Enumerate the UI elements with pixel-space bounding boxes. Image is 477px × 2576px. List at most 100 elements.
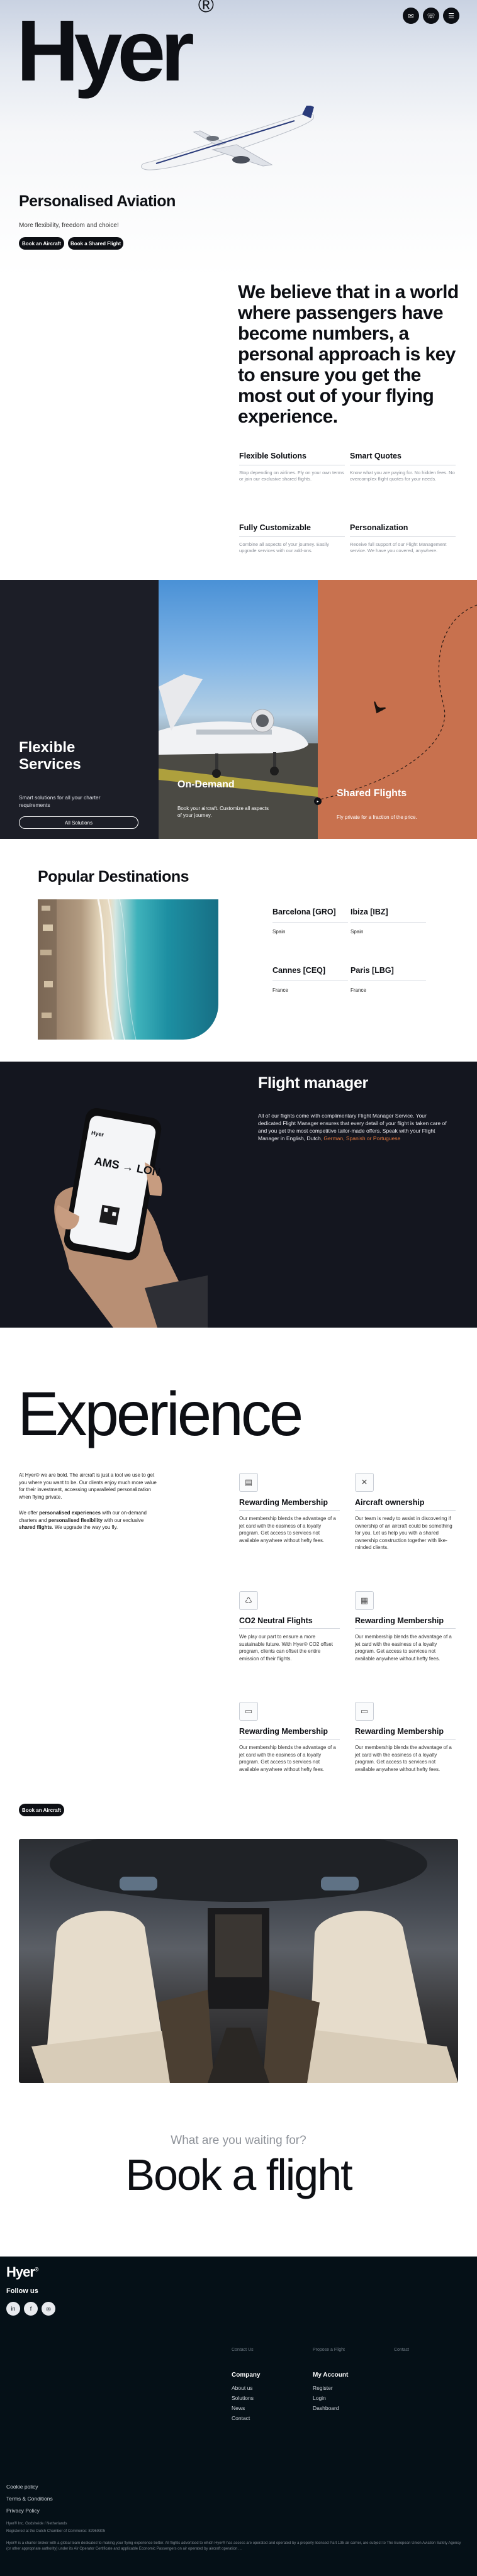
- email-icon: ✉: [408, 12, 414, 20]
- title-line: Flexible: [19, 739, 76, 756]
- card-desc: Our team is ready to assist in discoveri…: [355, 1516, 452, 1550]
- footer-link-register[interactable]: Register: [313, 2385, 333, 2391]
- card-co2-neutral: ♺ CO2 Neutral Flights We play our part t…: [239, 1591, 340, 1662]
- footer-logo-text: Hyer: [6, 2264, 35, 2280]
- card-desc: Our membership blends the advantage of a…: [355, 1745, 452, 1772]
- footer-registered-info: Registered at the Dutch Chamber of Comme…: [6, 2529, 106, 2533]
- facebook-icon[interactable]: f: [24, 2302, 38, 2316]
- card-desc: We play our part to ensure a more sustai…: [239, 1634, 333, 1662]
- flexible-services-title: Flexible Services: [19, 739, 81, 773]
- card-title: CO2 Neutral Flights: [239, 1616, 340, 1629]
- text-part: . We upgrade the way you fly.: [52, 1524, 118, 1530]
- card-title: Rewarding Membership: [239, 1498, 340, 1511]
- footer-link-dashboard[interactable]: Dashboard: [313, 2405, 339, 2411]
- card-aircraft-ownership: ✕ Aircraft ownership Our team is ready t…: [355, 1473, 456, 1552]
- destination-name: Barcelona [GRO]: [272, 908, 348, 923]
- book-shared-flight-button[interactable]: Book a Shared Flight: [68, 237, 123, 250]
- beach-pattern: [38, 899, 137, 1040]
- footer-contact[interactable]: Contact: [394, 2348, 409, 2352]
- feature-personalization: Personalization Receive full support of …: [350, 523, 456, 554]
- footer-privacy-policy[interactable]: Privacy Policy: [6, 2507, 40, 2514]
- card-rewarding-membership-3: ▭ Rewarding Membership Our membership bl…: [239, 1702, 340, 1773]
- experience-offer: We offer personalised experiences with o…: [19, 1509, 160, 1531]
- phone-icon: ☏: [427, 12, 435, 20]
- footer-propose-flight[interactable]: Propose a Flight: [313, 2348, 345, 2352]
- registered-mark: ®: [34, 2266, 39, 2273]
- feature-flexible-solutions: Flexible Solutions Stop depending on air…: [239, 452, 345, 482]
- flight-manager-text: All of our flights come with complimenta…: [258, 1112, 447, 1142]
- destination-country: Spain: [272, 929, 286, 935]
- menu-icon-button[interactable]: ☰: [443, 8, 459, 24]
- shared-flights-title: Shared Flights: [337, 788, 407, 799]
- logo-text: Hyer: [16, 3, 194, 99]
- feature-title: Smart Quotes: [350, 452, 456, 465]
- linkedin-icon[interactable]: in: [6, 2302, 20, 2316]
- cta-pre: What are you waiting for?: [171, 2134, 306, 2147]
- flexible-services-desc: Smart solutions for all your charter req…: [19, 794, 101, 808]
- card-icon: ▭: [239, 1702, 258, 1721]
- slider-next-dot[interactable]: ▸: [314, 797, 322, 805]
- card-rewarding-membership-2: ▦ Rewarding Membership Our membership bl…: [355, 1591, 456, 1662]
- destination-country: Spain: [351, 929, 364, 935]
- airplane-image: [141, 106, 314, 170]
- footer-contact-us[interactable]: Contact Us: [232, 2348, 254, 2352]
- destination-barcelona[interactable]: Barcelona [GRO] Spain: [272, 908, 348, 935]
- card-rewarding-membership-4: ▭ Rewarding Membership Our membership bl…: [355, 1702, 456, 1773]
- leaf-icon: ♺: [239, 1591, 258, 1610]
- footer-link-news[interactable]: News: [232, 2405, 245, 2411]
- destination-name: Paris [LBG]: [351, 966, 426, 981]
- footer-link-login[interactable]: Login: [313, 2395, 326, 2401]
- footer-link-contact[interactable]: Contact: [232, 2415, 250, 2421]
- card-desc: Our membership blends the advantage of a…: [239, 1516, 336, 1543]
- on-demand-desc: Book your aircraft. Customize all aspect…: [177, 806, 269, 818]
- experience-title: Experience: [18, 1379, 303, 1448]
- instagram-icon[interactable]: ◎: [42, 2302, 55, 2316]
- footer-fine-print: Hyer® is a charter broker with a global …: [6, 2541, 461, 2551]
- destination-cannes[interactable]: Cannes [CEQ] France: [272, 966, 348, 993]
- footer-link-solutions[interactable]: Solutions: [232, 2395, 254, 2401]
- shared-flights-panel[interactable]: Shared Flights Fly private for a fractio…: [318, 580, 477, 839]
- registered-mark: ®: [198, 0, 214, 17]
- footer-logo[interactable]: Hyer®: [6, 2264, 39, 2280]
- destination-name: Ibiza [IBZ]: [351, 908, 426, 923]
- all-solutions-button[interactable]: All Solutions: [19, 816, 138, 829]
- text-part: We offer: [19, 1510, 40, 1516]
- experience-intro: At Hyer® we are bold. The aircraft is ju…: [19, 1472, 157, 1500]
- beach-aerial-image: [38, 899, 218, 1040]
- arrow-icon: →: [121, 1159, 135, 1174]
- flight-manager-title: Flight manager: [258, 1074, 368, 1092]
- destination-country: France: [272, 987, 288, 993]
- feature-desc: Combine all aspects of your journey. Eas…: [239, 541, 329, 553]
- jet-cabin-image: [19, 1839, 458, 2083]
- footer-link-about[interactable]: About us: [232, 2385, 253, 2391]
- feature-fully-customizable: Fully Customizable Combine all aspects o…: [239, 523, 345, 554]
- feature-title: Fully Customizable: [239, 523, 345, 537]
- email-icon-button[interactable]: ✉: [403, 8, 419, 24]
- card-desc: Our membership blends the advantage of a…: [239, 1745, 336, 1772]
- on-demand-panel[interactable]: On-Demand Book your aircraft. Customize …: [159, 580, 318, 839]
- cabin-seats: [31, 1839, 458, 2083]
- footer-copyright: Hyer® Inc. Godsheide / Netherlands: [6, 2522, 67, 2526]
- footer-terms[interactable]: Terms & Conditions: [6, 2496, 53, 2502]
- book-aircraft-button-2[interactable]: Book an Aircraft: [19, 1804, 64, 1816]
- card-title: Rewarding Membership: [239, 1727, 340, 1740]
- book-a-flight-cta[interactable]: Book a flight: [0, 2150, 477, 2200]
- card-title: Rewarding Membership: [355, 1727, 456, 1740]
- card-title: Rewarding Membership: [355, 1616, 456, 1629]
- brand-logo[interactable]: Hyer ®: [16, 0, 214, 94]
- follow-us-label: Follow us: [6, 2287, 38, 2295]
- belief-headline: We believe that in a world where passeng…: [238, 282, 459, 427]
- flight-manager-section: Hyer AMS → LON: [0, 1062, 477, 1328]
- feature-title: Personalization: [350, 523, 456, 537]
- destination-ibiza[interactable]: Ibiza [IBZ] Spain: [351, 908, 426, 935]
- shared-flights-desc: Fly private for a fraction of the price.: [337, 814, 417, 820]
- card-title: Aircraft ownership: [355, 1498, 456, 1511]
- footer-cookie-policy[interactable]: Cookie policy: [6, 2484, 38, 2490]
- text-bold: personalised flexibility: [48, 1517, 103, 1523]
- phone-icon-button[interactable]: ☏: [423, 8, 439, 24]
- feature-desc: Stop depending on airlines. Fly on your …: [239, 470, 344, 482]
- book-aircraft-button[interactable]: Book an Aircraft: [19, 237, 64, 250]
- footer-account-heading: My Account: [313, 2372, 349, 2379]
- destination-paris[interactable]: Paris [LBG] France: [351, 966, 426, 993]
- flexible-services-panel: Flexible Services Smart solutions for al…: [0, 580, 159, 839]
